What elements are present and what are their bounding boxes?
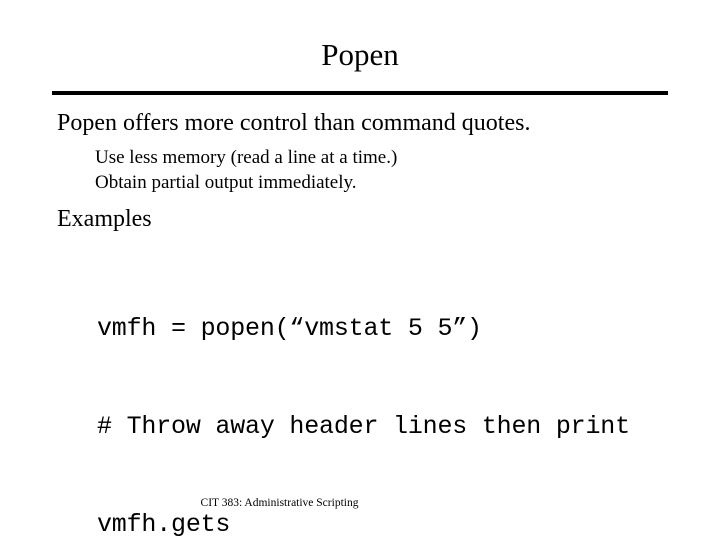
slide-body: Popen offers more control than command q…	[0, 108, 720, 235]
page-title: Popen	[321, 37, 399, 72]
bullet-level1-item-1: Popen offers more control than command q…	[57, 110, 531, 136]
bullet-level2-item-2: Obtain partial output immediately.	[95, 172, 357, 193]
code-line: # Throw away header lines then print	[97, 411, 630, 441]
code-line: vmfh = popen(“vmstat 5 5”)	[97, 313, 482, 343]
title-divider	[52, 91, 668, 95]
slide-canvas: Popen Popen offers more control than com…	[0, 0, 720, 540]
section-heading-examples: Examples	[57, 206, 152, 232]
slide-footer: CIT 383: Administrative Scripting	[200, 497, 359, 509]
code-line: vmfh.gets	[97, 510, 231, 540]
bullet-level2-item-1: Use less memory (read a line at a time.)	[95, 147, 398, 168]
